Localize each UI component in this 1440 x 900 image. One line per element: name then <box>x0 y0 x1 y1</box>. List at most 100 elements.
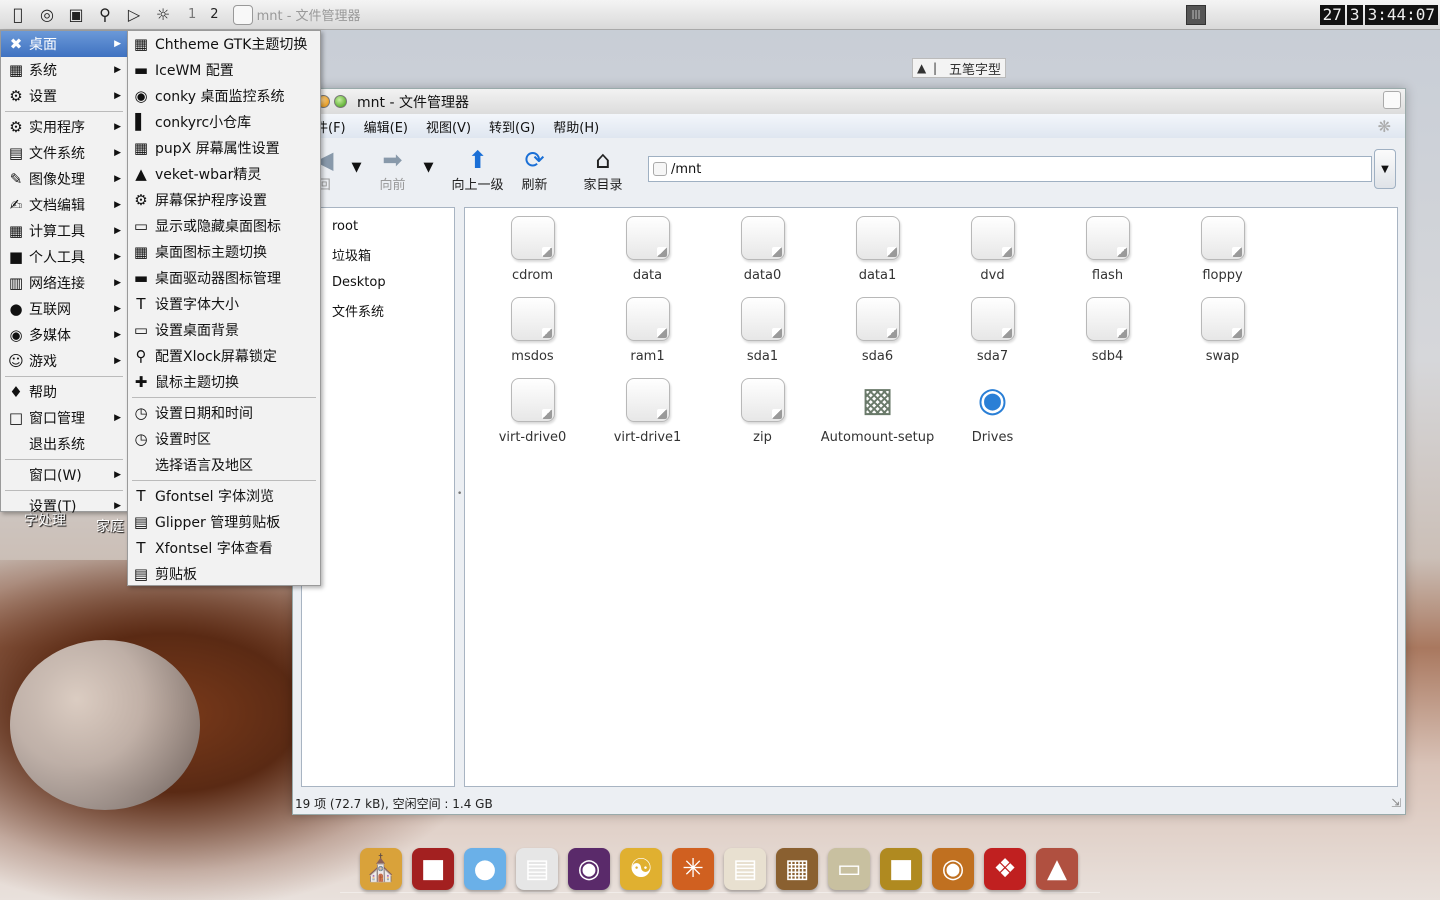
file-item[interactable]: ◉ Drives <box>935 378 1050 459</box>
file-item[interactable]: dvd <box>935 216 1050 297</box>
resize-grip-icon[interactable]: ⇲ <box>1391 796 1401 810</box>
file-item[interactable]: ▩ Automount-setup <box>820 378 935 459</box>
flag-icon[interactable]: ■ <box>412 848 454 890</box>
start-menu-item[interactable]: 设置(T) ▶ <box>1 493 127 519</box>
workspace-1[interactable]: 1 <box>188 7 196 22</box>
start-menu-item[interactable]: ⚙ 设置 ▶ <box>1 83 127 109</box>
start-menu-item[interactable]: ▥ 网络连接 ▶ <box>1 270 127 296</box>
desktop-submenu-item[interactable]: ▲ veket-wbar精灵 <box>128 161 320 187</box>
taskbar-button[interactable]: mnt - 文件管理器 <box>232 4 361 25</box>
address-dropdown-button[interactable]: ▼ <box>1374 149 1396 189</box>
file-item[interactable]: sda7 <box>935 297 1050 378</box>
start-menu-item[interactable]: ▦ 计算工具 ▶ <box>1 218 127 244</box>
desktop-submenu-item[interactable]: ⚙ 屏幕保护程序设置 <box>128 187 320 213</box>
home-button[interactable]: ⌂ 家目录 <box>584 146 623 193</box>
file-item[interactable]: virt-drive0 <box>475 378 590 459</box>
browser-icon[interactable]: ● <box>464 848 506 890</box>
file-item[interactable]: virt-drive1 <box>590 378 705 459</box>
desktop-submenu-item[interactable]: ◷ 设置日期和时间 <box>128 400 320 426</box>
sidebar-item-trash[interactable]: 垃圾箱 <box>302 240 454 268</box>
desktop-submenu-item[interactable]: ▦ Chtheme GTK主题切换 <box>128 31 320 57</box>
start-menu-item[interactable]: □ 窗口管理 ▶ <box>1 405 127 431</box>
pane-resize-handle[interactable]: • <box>457 489 462 499</box>
desktop-submenu-item[interactable]: ▭ 设置桌面背景 <box>128 317 320 343</box>
desktop-submenu-item[interactable]: ▦ pupX 屏幕属性设置 <box>128 135 320 161</box>
start-menu-item[interactable]: ▦ 系统 ▶ <box>1 57 127 83</box>
sidebar-item-desktop[interactable]: Desktop <box>302 268 454 296</box>
menu-go[interactable]: 转到(G) <box>489 117 535 136</box>
file-item[interactable]: floppy <box>1165 216 1280 297</box>
refresh-button[interactable]: ⟳ 刷新 <box>522 146 548 193</box>
workspace-2[interactable]: 2 <box>210 7 218 22</box>
desktop-submenu-item[interactable]: ▤ Glipper 管理剪贴板 <box>128 509 320 535</box>
ime-indicator[interactable]: ▲ | 五笔字型 <box>912 58 1007 78</box>
start-menu-item[interactable]: ⚙ 实用程序 ▶ <box>1 114 127 140</box>
search-icon[interactable]: ⚲ <box>94 4 116 26</box>
fire-icon[interactable]: ✳ <box>672 848 714 890</box>
maximize-button[interactable] <box>334 95 347 108</box>
start-menu-item[interactable]: ☺ 游戏 ▶ <box>1 348 127 374</box>
terminal-icon[interactable]: ▷ <box>123 4 145 26</box>
sidebar-item-root[interactable]: root <box>302 212 454 240</box>
desktop-submenu-item[interactable]: T 设置字体大小 <box>128 291 320 317</box>
start-menu-item[interactable]: 窗口(W) ▶ <box>1 462 127 488</box>
start-menu-item[interactable]: ♦ 帮助 <box>1 379 127 405</box>
knot-icon[interactable]: ❖ <box>984 848 1026 890</box>
window-control-button[interactable] <box>1383 91 1401 109</box>
menu-view[interactable]: 视图(V) <box>426 117 471 136</box>
desktop-submenu-item[interactable]: ▭ 显示或隐藏桌面图标 <box>128 213 320 239</box>
file-item[interactable]: data1 <box>820 216 935 297</box>
sidebar-item-filesystem[interactable]: 文件系统 <box>302 296 454 324</box>
file-item[interactable]: data0 <box>705 216 820 297</box>
network-icon[interactable]: ☼ <box>152 4 174 26</box>
forward-button[interactable]: ➡ 向前 <box>379 146 405 193</box>
file-item[interactable]: data <box>590 216 705 297</box>
media-icon[interactable]: ◉ <box>568 848 610 890</box>
desktop-submenu-item[interactable]: ▬ IceWM 配置 <box>128 57 320 83</box>
menu-help[interactable]: 帮助(H) <box>553 117 599 136</box>
window-titlebar[interactable]: mnt - 文件管理器 <box>293 89 1405 114</box>
back-history-dropdown[interactable]: ▼ <box>351 160 361 175</box>
desktop-submenu-item[interactable]: ✚ 鼠标主题切换 <box>128 369 320 395</box>
start-menu-item[interactable]: ✖ 桌面 ▶ <box>1 31 127 57</box>
file-item[interactable]: flash <box>1050 216 1165 297</box>
menu-edit[interactable]: 编辑(E) <box>364 117 408 136</box>
papers-icon[interactable]: ▤ <box>516 848 558 890</box>
notebook-icon[interactable]: ▤ <box>724 848 766 890</box>
desktop-icon-label-home[interactable]: 家庭 <box>96 516 124 536</box>
start-menu-item[interactable]: ◉ 多媒体 ▶ <box>1 322 127 348</box>
clock[interactable]: 27 3 3:44:07 <box>1318 5 1438 25</box>
file-item[interactable]: sda6 <box>820 297 935 378</box>
desktop-submenu-item[interactable]: ▤ 剪贴板 <box>128 561 320 587</box>
start-menu-item[interactable]: ✍ 文档编辑 ▶ <box>1 192 127 218</box>
yinyang-icon[interactable]: ☯ <box>620 848 662 890</box>
treasure-icon[interactable]: ■ <box>880 848 922 890</box>
file-item[interactable]: ram1 <box>590 297 705 378</box>
desktop-submenu-item[interactable]: 选择语言及地区 <box>128 452 320 478</box>
tray-monitor-icon[interactable]: ||| <box>1186 5 1206 25</box>
desktop-submenu-item[interactable]: ▬ 桌面驱动器图标管理 <box>128 265 320 291</box>
address-bar[interactable]: /mnt <box>648 156 1372 182</box>
desktop-submenu-item[interactable]: ▌ conkyrc小仓库 <box>128 109 320 135</box>
browser-icon[interactable]: ◎ <box>36 4 58 26</box>
palace-icon[interactable]: ⛪ <box>360 848 402 890</box>
desktop-submenu-item[interactable]: ◷ 设置时区 <box>128 426 320 452</box>
file-item[interactable]: zip <box>705 378 820 459</box>
file-item[interactable]: swap <box>1165 297 1280 378</box>
file-item[interactable]: sda1 <box>705 297 820 378</box>
desktop-submenu-item[interactable]: ⚲ 配置Xlock屏幕锁定 <box>128 343 320 369</box>
forward-history-dropdown[interactable]: ▼ <box>423 160 433 175</box>
apple-menu-icon[interactable]:  <box>7 4 29 26</box>
start-menu-item[interactable]: ▤ 文件系统 ▶ <box>1 140 127 166</box>
start-menu-item[interactable]: 退出系统 <box>1 431 127 457</box>
desktop-submenu-item[interactable]: T Xfontsel 字体查看 <box>128 535 320 561</box>
desktop-submenu-item[interactable]: T Gfontsel 字体浏览 <box>128 483 320 509</box>
desktop-submenu-item[interactable]: ◉ conky 桌面监控系统 <box>128 83 320 109</box>
abacus-icon[interactable]: ▦ <box>776 848 818 890</box>
painting-icon[interactable]: ▭ <box>828 848 870 890</box>
bowl-icon[interactable]: ◉ <box>932 848 974 890</box>
up-button[interactable]: ⬆ 向上一级 <box>451 146 503 193</box>
start-menu-item[interactable]: ● 互联网 ▶ <box>1 296 127 322</box>
desktop-submenu-item[interactable]: ▦ 桌面图标主题切换 <box>128 239 320 265</box>
lamp-icon[interactable]: ▲ <box>1036 848 1078 890</box>
